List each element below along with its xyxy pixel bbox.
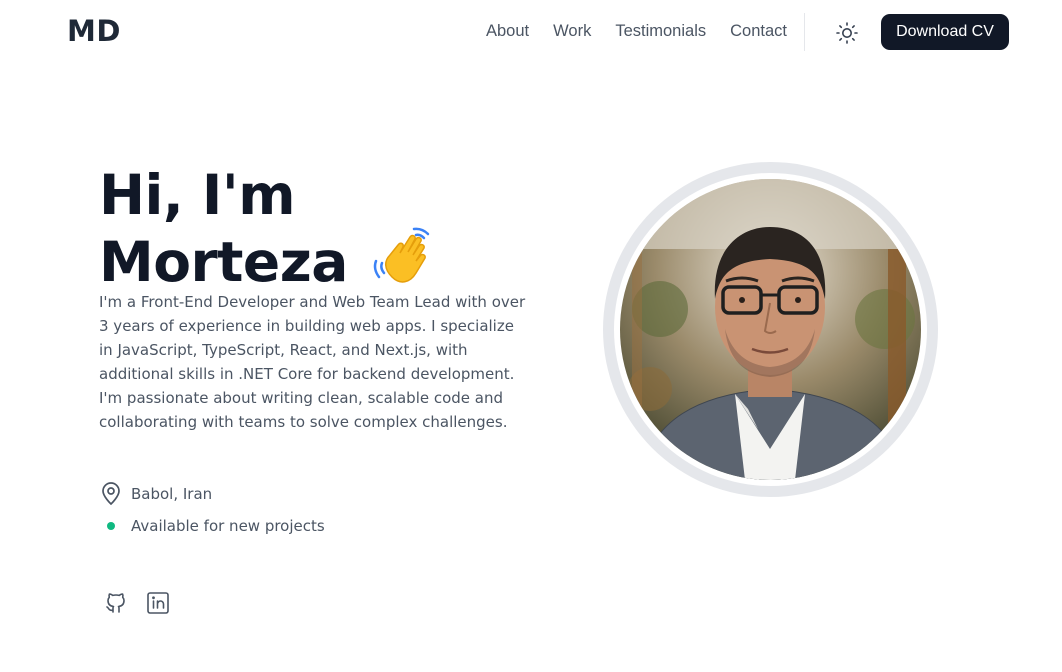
- sun-icon: [836, 22, 858, 44]
- location-text: Babol, Iran: [131, 485, 213, 503]
- github-link[interactable]: [103, 590, 129, 616]
- linkedin-icon: [147, 592, 169, 614]
- header-divider: [804, 13, 805, 51]
- portrait-frame: [603, 162, 938, 497]
- availability-text: Available for new projects: [131, 517, 325, 535]
- hero-title-line-2: Morteza: [99, 225, 436, 298]
- nav-link-testimonials[interactable]: Testimonials: [615, 22, 706, 41]
- download-cv-button[interactable]: Download CV: [881, 14, 1009, 50]
- status-dot-icon: [99, 514, 123, 538]
- map-pin-icon: [99, 482, 123, 506]
- waving-hand-icon: [370, 225, 436, 298]
- nav-link-about[interactable]: About: [486, 22, 529, 41]
- location-row: Babol, Iran: [99, 482, 212, 506]
- nav-link-contact[interactable]: Contact: [730, 22, 787, 41]
- hero-title: Hi, I'm Morteza: [99, 166, 436, 298]
- logo[interactable]: MD: [67, 14, 121, 48]
- site-header: MD About Work Testimonials Contact Downl…: [0, 0, 1062, 66]
- profile-photo: [620, 179, 921, 480]
- theme-toggle-button[interactable]: [832, 18, 862, 48]
- hero-bio: I'm a Front-End Developer and Web Team L…: [99, 293, 526, 431]
- hero-name: Morteza: [99, 230, 348, 294]
- social-links: [103, 590, 171, 616]
- availability-row: Available for new projects: [99, 514, 325, 538]
- nav-link-work[interactable]: Work: [553, 22, 591, 41]
- linkedin-link[interactable]: [145, 590, 171, 616]
- hero-title-line-1: Hi, I'm: [99, 163, 296, 227]
- main-nav: About Work Testimonials Contact: [486, 22, 811, 41]
- github-icon: [106, 593, 125, 613]
